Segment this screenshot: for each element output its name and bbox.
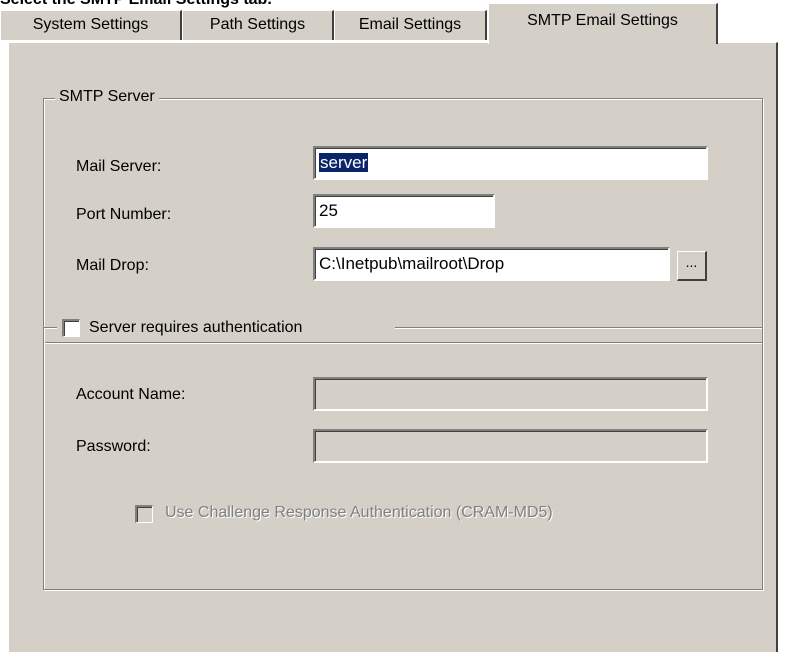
port-number-label: Port Number: bbox=[76, 206, 172, 223]
cram-md5-checkbox[interactable] bbox=[135, 505, 153, 523]
mail-drop-browse-button[interactable]: ... bbox=[677, 251, 707, 281]
password-input[interactable] bbox=[313, 429, 708, 463]
mail-server-input[interactable]: server bbox=[313, 146, 708, 180]
password-label: Password: bbox=[76, 438, 151, 455]
tab-path-settings[interactable]: Path Settings bbox=[182, 10, 334, 40]
tab-system-settings[interactable]: System Settings bbox=[0, 10, 182, 40]
mail-server-label: Mail Server: bbox=[76, 158, 162, 175]
tab-smtp-email-settings[interactable]: SMTP Email Settings bbox=[488, 3, 718, 44]
tab-email-settings[interactable]: Email Settings bbox=[334, 10, 487, 40]
mail-drop-input[interactable]: C:\Inetpub\mailroot\Drop bbox=[313, 247, 670, 281]
authentication-legend: Server requires authentication bbox=[57, 317, 395, 339]
smtp-server-legend: SMTP Server bbox=[55, 87, 159, 107]
server-requires-auth-checkbox[interactable] bbox=[62, 319, 80, 337]
account-name-label: Account Name: bbox=[76, 386, 186, 403]
port-number-input[interactable]: 25 bbox=[313, 194, 495, 228]
mail-server-value: server bbox=[319, 153, 369, 172]
cram-md5-label: Use Challenge Response Authentication (C… bbox=[165, 504, 553, 521]
server-requires-auth-label: Server requires authentication bbox=[89, 319, 303, 336]
mail-drop-label: Mail Drop: bbox=[76, 257, 149, 274]
account-name-input[interactable] bbox=[313, 377, 708, 411]
smtp-settings-panel: SMTP Server Mail Server: server Port Num… bbox=[8, 42, 778, 652]
